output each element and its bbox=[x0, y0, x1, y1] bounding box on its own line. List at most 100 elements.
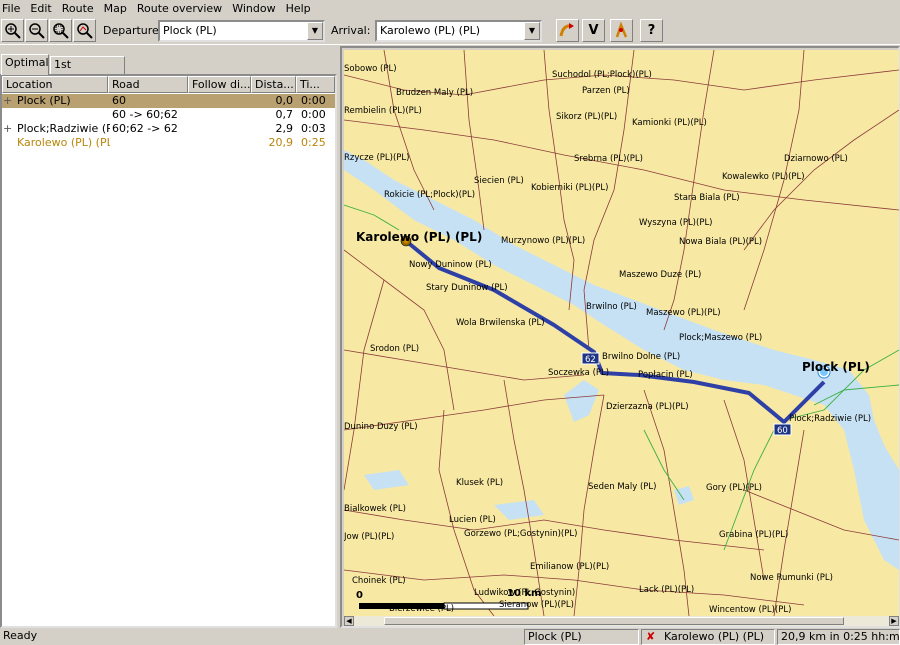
map-place-label: Wola Brwilenska (PL) bbox=[456, 318, 545, 328]
cell-distance: 20,9 bbox=[268, 136, 294, 149]
map-frame: 62 60 0 10 km Sobowo (PL) Suchodol (PL;P… bbox=[340, 46, 900, 628]
map-place-label: Kowalewko (PL)(PL) bbox=[722, 172, 805, 182]
zoom-window-button[interactable] bbox=[49, 19, 72, 42]
status-summary: 20,9 km in 0:25 hh:mm bbox=[777, 629, 900, 645]
departure-label: Departure: bbox=[103, 24, 163, 37]
scroll-left-icon[interactable]: ◀ bbox=[344, 616, 354, 626]
map-place-label: Lack (PL)(PL) bbox=[639, 585, 695, 595]
table-row[interactable]: + Plock (PL) 60 0,0 0:00 bbox=[2, 94, 335, 108]
arrival-combobox[interactable]: Karolewo (PL) (PL) ▼ bbox=[375, 20, 542, 42]
menu-item-window[interactable]: Window bbox=[228, 0, 281, 17]
svg-text:62: 62 bbox=[585, 355, 596, 365]
column-location[interactable]: Location bbox=[2, 76, 108, 93]
map-place-label: Maszewo Duze (PL) bbox=[619, 270, 702, 280]
tab-optimal[interactable]: Optimal bbox=[1, 54, 49, 75]
map-place-label: Klusek (PL) bbox=[456, 478, 504, 488]
zoom-in-icon bbox=[5, 23, 21, 39]
route-arrow-icon bbox=[559, 23, 574, 37]
map-place-label: Rokicie (PL;Plock)(PL) bbox=[384, 190, 476, 200]
map-place-label: Seden Maly (PL) bbox=[588, 482, 657, 492]
map-place-label: Brwilno (PL) bbox=[586, 302, 637, 312]
help-button[interactable]: ? bbox=[640, 19, 663, 42]
route-list: Location Road Follow di... Dista... Ti..… bbox=[0, 74, 337, 628]
scroll-right-icon[interactable]: ▶ bbox=[889, 616, 899, 626]
zoom-out-button[interactable] bbox=[25, 19, 48, 42]
cell-time: 0:00 bbox=[301, 94, 325, 107]
zoom-in-button[interactable] bbox=[1, 19, 24, 42]
table-row[interactable]: Karolewo (PL) (PL 20,9 0:25 bbox=[2, 136, 335, 150]
menu-item-file[interactable]: File bbox=[0, 0, 26, 17]
map-place-label: Plock;Radziwie (PL) bbox=[789, 414, 872, 424]
map-horizontal-scrollbar[interactable]: ◀ ▶ bbox=[344, 616, 899, 626]
map-place-label: Stary Duninow (PL) bbox=[426, 283, 508, 293]
map-place-label: Soczewka (PL) bbox=[548, 368, 610, 378]
map-place-label: Suchodol (PL;Plock)(PL) bbox=[552, 70, 652, 80]
route-options-button[interactable] bbox=[610, 19, 633, 42]
cell-distance: 0,0 bbox=[275, 94, 294, 107]
departure-dropdown-button[interactable]: ▼ bbox=[307, 22, 323, 40]
map-place-label: Nowe Rumunki (PL) bbox=[750, 573, 833, 583]
arrival-dropdown-button[interactable]: ▼ bbox=[524, 22, 540, 40]
map-place-label: Kamionki (PL)(PL) bbox=[632, 118, 707, 128]
map-destination-label: Karolewo (PL) (PL) bbox=[356, 230, 483, 244]
map-place-label: Rzycze (PL)(PL) bbox=[344, 153, 410, 163]
map-place-label: Dzierzazna (PL)(PL) bbox=[606, 402, 689, 412]
expand-icon[interactable]: + bbox=[3, 122, 12, 136]
route-tabs: Optimal 1st Alternative bbox=[0, 54, 337, 87]
route-list-header: Location Road Follow di... Dista... Ti..… bbox=[2, 76, 335, 93]
column-road[interactable]: Road bbox=[108, 76, 188, 93]
route-panel: Optimal 1st Alternative Location Road Fo… bbox=[0, 46, 337, 628]
column-distance[interactable]: Dista... bbox=[251, 76, 296, 93]
map-place-label: Bierzewice (PL) bbox=[389, 604, 455, 614]
lake-water bbox=[494, 500, 544, 520]
map-place-label: Grabina (PL)(PL) bbox=[719, 530, 789, 540]
cell-road: 60 -> 60;62 bbox=[112, 108, 178, 121]
column-time[interactable]: Ti... bbox=[296, 76, 335, 93]
map-place-label: Gorzewo (PL;Gostynin)(PL) bbox=[464, 529, 578, 539]
map-place-label: Parzen (PL) bbox=[582, 86, 630, 96]
departure-combobox[interactable]: Plock (PL) ▼ bbox=[158, 20, 325, 42]
zoom-window-icon bbox=[53, 23, 69, 39]
flag-icon: ✘ bbox=[646, 630, 656, 643]
route-options-icon bbox=[615, 22, 628, 38]
road-shield-62: 62 bbox=[581, 352, 600, 365]
menu-item-help[interactable]: Help bbox=[282, 0, 317, 17]
status-arrival-text: Karolewo (PL) (PL) bbox=[664, 630, 765, 643]
tab-1st-alternative[interactable]: 1st Alternative bbox=[50, 56, 125, 87]
scroll-thumb[interactable] bbox=[384, 617, 844, 625]
via-button[interactable]: V bbox=[582, 19, 605, 42]
map-place-label: Siecien (PL) bbox=[474, 176, 524, 186]
column-follow-direction[interactable]: Follow di... bbox=[188, 76, 251, 93]
via-icon: V bbox=[588, 23, 599, 38]
map-place-label: Lucien (PL) bbox=[449, 515, 496, 525]
menu-item-route-overview[interactable]: Route overview bbox=[133, 0, 228, 17]
menu-item-map[interactable]: Map bbox=[100, 0, 133, 17]
map-place-label: Dunino Duzy (PL) bbox=[344, 422, 418, 432]
map-place-label: Brudzen Maly (PL) bbox=[396, 88, 474, 98]
map-place-label: Choinek (PL) bbox=[352, 576, 406, 586]
chevron-down-icon: ▼ bbox=[311, 26, 319, 35]
departure-value: Plock (PL) bbox=[163, 24, 217, 37]
expand-icon[interactable]: + bbox=[3, 94, 12, 108]
svg-text:0: 0 bbox=[356, 590, 363, 601]
map-canvas[interactable]: 62 60 0 10 km Sobowo (PL) Suchodol (PL;P… bbox=[344, 50, 899, 616]
map-place-label: Kobierniki (PL)(PL) bbox=[531, 183, 609, 193]
zoom-route-button[interactable] bbox=[73, 19, 96, 42]
map-place-label: Ludwikow (PL;Gostynin) bbox=[474, 588, 576, 598]
zoom-route-icon bbox=[77, 23, 93, 39]
map-place-label: Brwilno Dolne (PL) bbox=[602, 352, 681, 362]
map-graphics: 62 60 0 10 km bbox=[344, 50, 899, 616]
map-place-label: Jow (PL)(PL) bbox=[344, 532, 395, 542]
table-row[interactable]: + Plock;Radziwie (PL 60;62 -> 62 2,9 0:03 bbox=[2, 122, 335, 136]
map-place-label: Sikorz (PL)(PL) bbox=[556, 112, 618, 122]
cell-road: 60 bbox=[112, 94, 126, 107]
lake-water bbox=[564, 380, 599, 422]
calculate-route-button[interactable] bbox=[556, 19, 579, 42]
menu-item-route[interactable]: Route bbox=[58, 0, 100, 17]
cell-time: 0:03 bbox=[301, 122, 325, 135]
menu-item-edit[interactable]: Edit bbox=[26, 0, 57, 17]
map-place-label: Maszewo (PL)(PL) bbox=[646, 308, 721, 318]
map-place-label: Nowy Duninow (PL) bbox=[409, 260, 492, 270]
table-row[interactable]: 60 -> 60;62 0,7 0:00 bbox=[2, 108, 335, 122]
map-place-label: Popłacin (PL) bbox=[638, 370, 693, 380]
